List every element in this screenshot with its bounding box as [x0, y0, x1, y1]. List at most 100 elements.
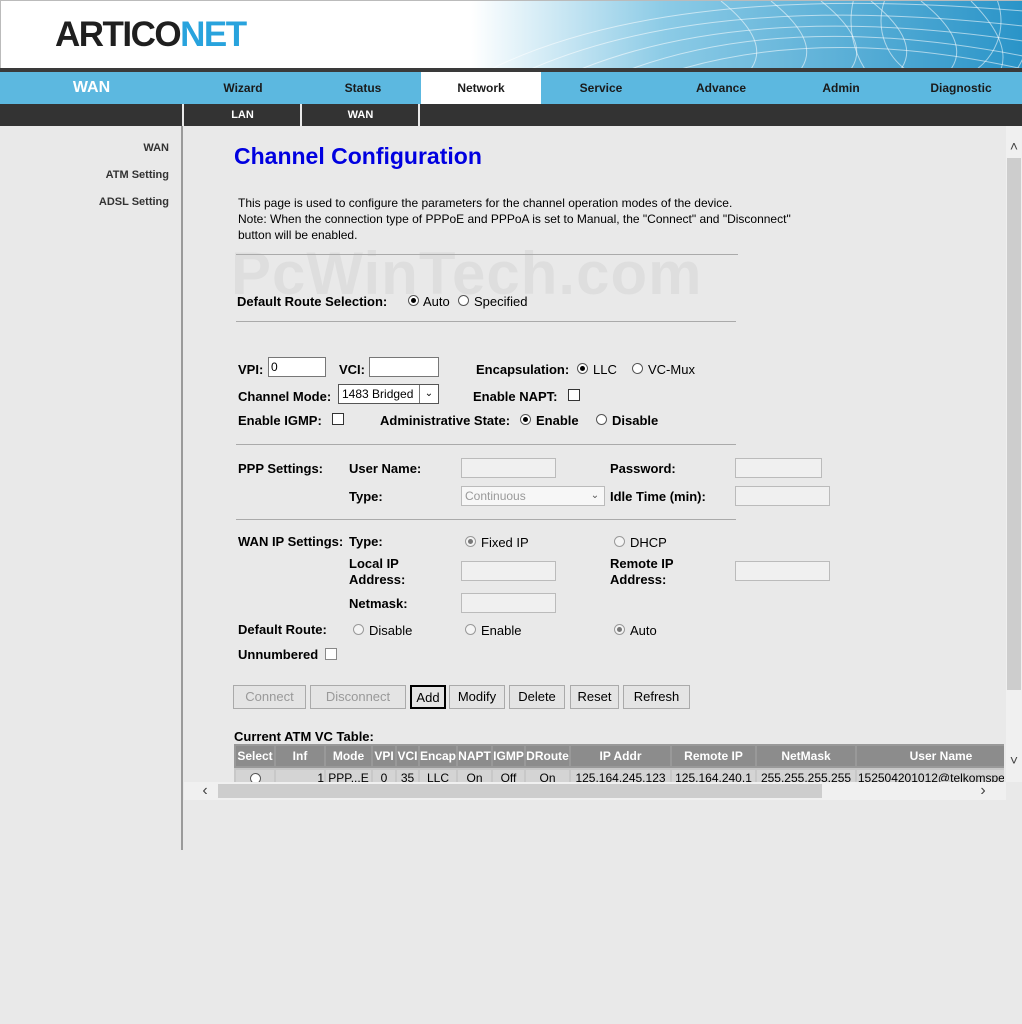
wan-ip-dhcp-label: DHCP [630, 535, 667, 550]
main-nav: WAN Wizard Status Network Service Advanc… [0, 72, 1022, 104]
default-route-specified-radio[interactable] [458, 295, 469, 306]
ppp-idle-time-input[interactable] [735, 486, 830, 506]
enable-napt-label: Enable NAPT: [473, 389, 558, 404]
table-cell: 125.164.240.1 [672, 770, 755, 782]
page-title: Channel Configuration [234, 143, 482, 169]
table-header: Inf [276, 746, 324, 766]
encap-vcmux-radio[interactable] [632, 363, 643, 374]
default-route-auto-radio[interactable] [614, 624, 625, 635]
tab-service[interactable]: Service [541, 72, 661, 104]
disconnect-button[interactable]: Disconnect [310, 685, 406, 709]
horizontal-scroll-thumb[interactable] [218, 784, 822, 798]
ppp-username-input[interactable] [461, 458, 556, 478]
default-route-disable-label: Disable [369, 623, 413, 638]
wan-ip-fixed-radio[interactable] [465, 536, 476, 547]
tab-network[interactable]: Network [421, 72, 541, 104]
local-ip-input[interactable] [461, 561, 556, 581]
tab-status[interactable]: Status [303, 72, 423, 104]
encapsulation-label: Encapsulation: [476, 362, 570, 377]
vertical-scroll-thumb[interactable] [1007, 158, 1021, 690]
table-cell: 35 [397, 770, 418, 782]
scroll-down-icon[interactable]: ˅ [1006, 752, 1022, 768]
table-cell: On [526, 770, 569, 782]
enable-napt-checkbox[interactable] [568, 389, 580, 401]
encap-llc-label: LLC [593, 362, 617, 377]
divider [236, 519, 736, 520]
table-header: IP Addr [571, 746, 670, 766]
encap-llc-radio[interactable] [577, 363, 588, 374]
default-route-specified-label: Specified [474, 294, 528, 309]
ppp-type-label: Type: [349, 489, 383, 504]
wan-ip-dhcp-radio[interactable] [614, 536, 625, 547]
default-route-auto-radio[interactable] [408, 295, 419, 306]
vci-input[interactable] [369, 357, 439, 377]
table-header: DRoute [526, 746, 569, 766]
wan-ip-settings-label: WAN IP Settings: [238, 534, 344, 549]
scroll-right-icon[interactable]: › [974, 782, 992, 800]
channel-mode-label: Channel Mode: [238, 389, 332, 404]
table-cell: 152504201012@telkomspeedy [857, 770, 1004, 782]
vpi-input[interactable]: 0 [268, 357, 326, 377]
nav-section-title: WAN [72, 79, 111, 96]
table-header: VCI [397, 746, 418, 766]
divider [236, 254, 738, 255]
chevron-down-icon: ⌄ [590, 490, 600, 501]
ppp-password-input[interactable] [735, 458, 822, 478]
ppp-type-select[interactable]: Continuous ⌄ [461, 486, 605, 506]
default-route-auto-label: Auto [423, 294, 450, 309]
default-route-auto-label: Auto [630, 623, 657, 638]
add-button[interactable]: Add [410, 685, 446, 709]
sidebar-item-atm-setting[interactable]: ATM Setting [106, 169, 169, 181]
scroll-left-icon[interactable]: ‹ [196, 782, 214, 800]
scroll-up-icon[interactable]: ˄ [1006, 138, 1022, 154]
ppp-type-value: Continuous [465, 489, 526, 503]
default-route-enable-radio[interactable] [465, 624, 476, 635]
row-select-radio[interactable] [249, 773, 261, 782]
subnav-divider [418, 104, 420, 126]
encap-vcmux-label: VC-Mux [648, 362, 695, 377]
vci-label: VCI: [339, 362, 365, 377]
admin-disable-radio[interactable] [596, 414, 607, 425]
table-cell: On [458, 770, 491, 782]
remote-ip-input[interactable] [735, 561, 830, 581]
refresh-button[interactable]: Refresh [623, 685, 690, 709]
tab-admin[interactable]: Admin [781, 72, 901, 104]
table-header: Encap [420, 746, 456, 766]
tab-wizard[interactable]: Wizard [183, 72, 303, 104]
connect-button[interactable]: Connect [233, 685, 306, 709]
table-header: User Name [857, 746, 1004, 766]
table-cell: PPP...E [326, 770, 371, 782]
default-route-disable-radio[interactable] [353, 624, 364, 635]
default-route-enable-label: Enable [481, 623, 522, 638]
reset-button[interactable]: Reset [570, 685, 619, 709]
tab-diagnostic[interactable]: Diagnostic [901, 72, 1021, 104]
local-ip-label-2: Address: [349, 572, 406, 587]
channel-mode-select[interactable]: 1483 Bridged ⌄ [338, 384, 439, 404]
unnumbered-checkbox[interactable] [325, 648, 337, 660]
sidebar: WAN ATM Setting ADSL Setting [0, 126, 183, 850]
content-area: Channel Configuration This page is used … [184, 126, 1004, 782]
table-header: NAPT [458, 746, 491, 766]
enable-igmp-label: Enable IGMP: [238, 413, 322, 428]
horizontal-scrollbar[interactable]: ‹ › [184, 782, 1006, 800]
sidebar-item-adsl-setting[interactable]: ADSL Setting [99, 196, 169, 208]
modify-button[interactable]: Modify [449, 685, 505, 709]
divider [236, 321, 736, 322]
subtab-wan[interactable]: WAN [300, 104, 419, 126]
page-description: This page is used to configure the param… [238, 195, 798, 243]
ppp-settings-label: PPP Settings: [238, 461, 324, 476]
ppp-password-label: Password: [610, 461, 676, 476]
remote-ip-label-2: Address: [610, 572, 667, 587]
tab-advance[interactable]: Advance [661, 72, 781, 104]
default-route-label: Default Route: [238, 622, 327, 637]
subtab-lan[interactable]: LAN [182, 104, 301, 126]
admin-enable-radio[interactable] [520, 414, 531, 425]
vertical-scrollbar[interactable]: ˄ ˅ [1006, 126, 1022, 782]
delete-button[interactable]: Delete [509, 685, 565, 709]
articonet-logo: ARTICONET [55, 15, 247, 54]
sidebar-item-wan[interactable]: WAN [143, 142, 169, 154]
enable-igmp-checkbox[interactable] [332, 413, 344, 425]
netmask-input[interactable] [461, 593, 556, 613]
atm-vc-table-title: Current ATM VC Table: [234, 729, 374, 744]
table-row: 1 PPP...E 0 35 LLC On Off On 125.164.245… [234, 768, 1004, 782]
